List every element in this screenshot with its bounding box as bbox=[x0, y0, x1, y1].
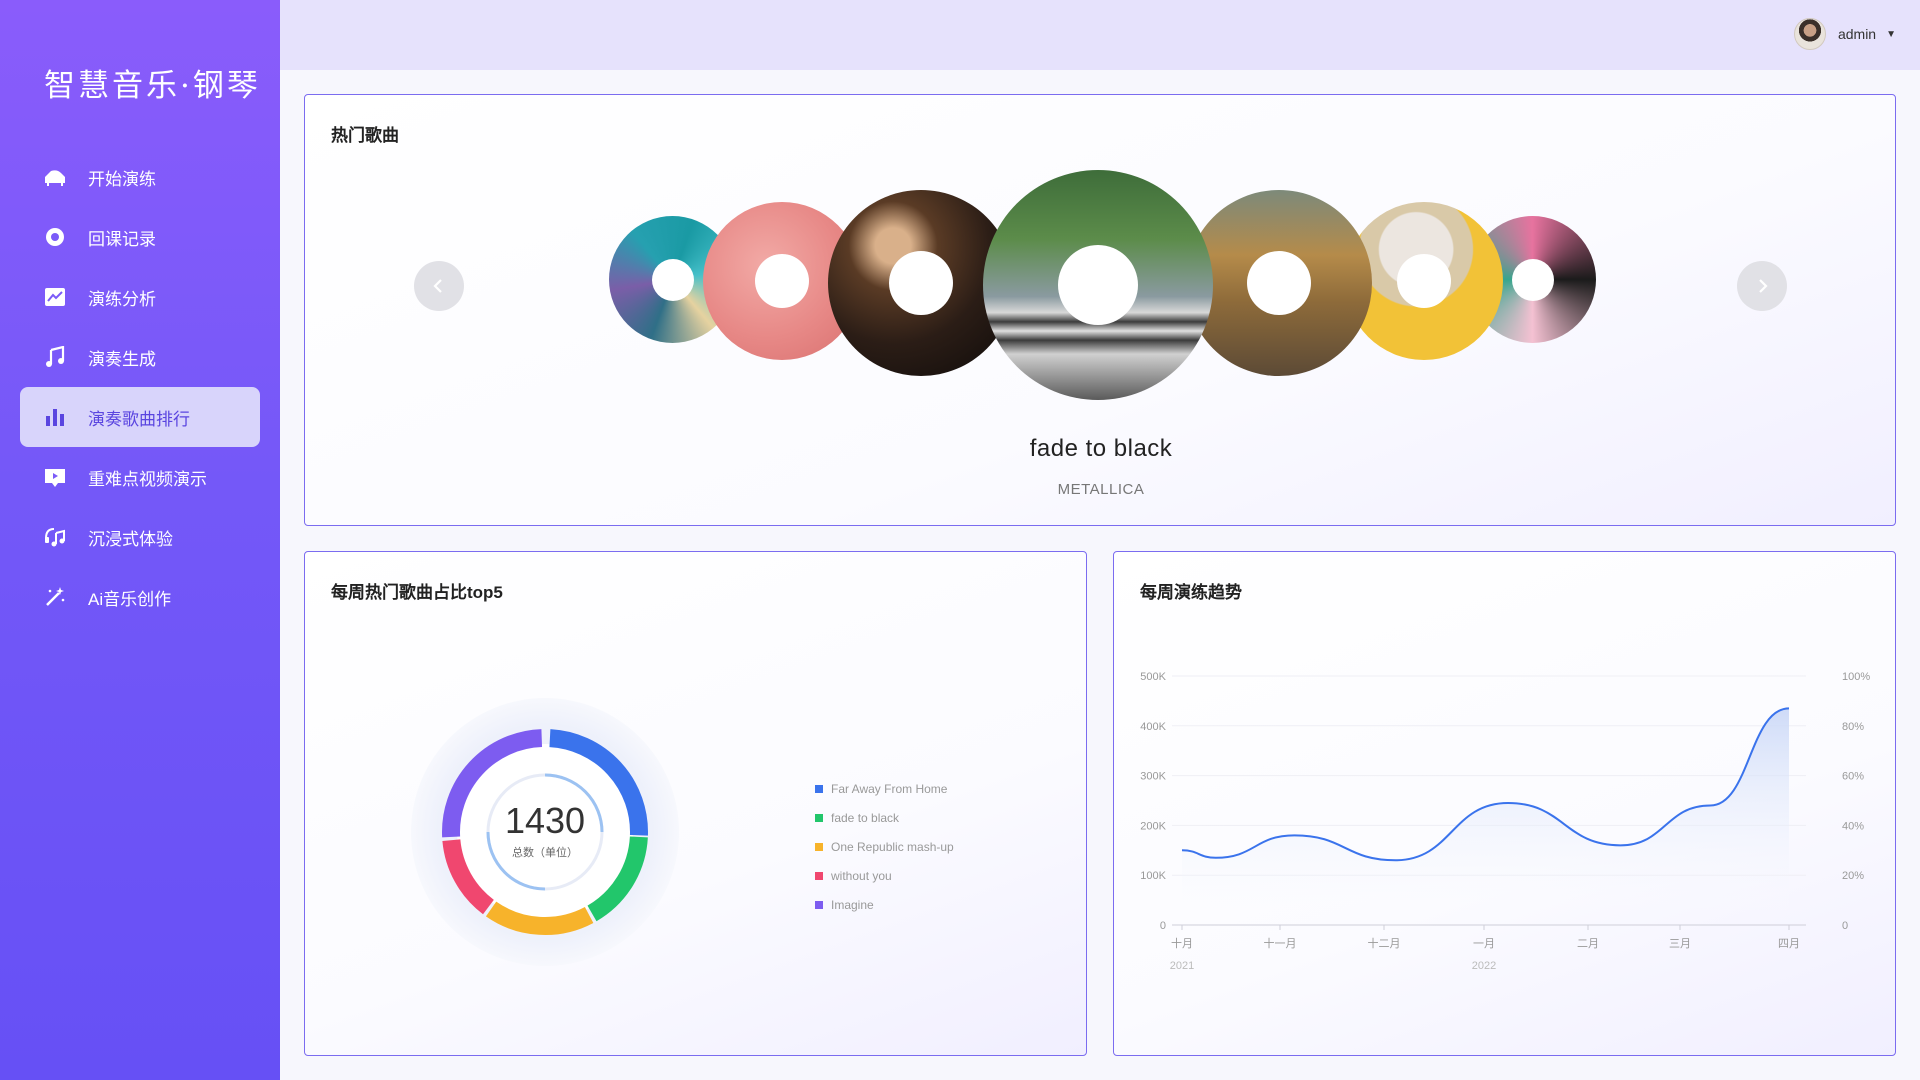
top5-title: 每周热门歌曲占比top5 bbox=[331, 583, 503, 602]
sidebar-item-performance-generate[interactable]: 演奏生成 bbox=[20, 327, 260, 387]
chevron-right-icon bbox=[1759, 279, 1768, 293]
legend-swatch bbox=[815, 813, 823, 822]
sidebar-item-video-demo[interactable]: 重难点视频演示 bbox=[20, 447, 260, 507]
x-tick-label: 一月 bbox=[1473, 938, 1495, 950]
sidebar-item-lesson-records[interactable]: 回课记录 bbox=[20, 207, 260, 267]
y-right-tick: 40% bbox=[1842, 820, 1864, 832]
trend-chart-icon bbox=[42, 284, 68, 310]
x-tick-label: 四月 bbox=[1778, 938, 1800, 950]
legend-label: One Republic mash-up bbox=[831, 839, 954, 854]
trend-card: 每周演练趋势 0 0 100K 20% 200K 40% 300K 60% 400K 80% 500… bbox=[1113, 551, 1896, 1056]
sidebar: 智慧音乐·钢琴 开始演练 回课记录 演练分析 演奏生成 演奏歌曲排行 重难点视频… bbox=[0, 0, 280, 1080]
legend-swatch bbox=[815, 900, 823, 909]
bar-chart-icon bbox=[42, 404, 68, 430]
legend-label: Far Away From Home bbox=[831, 781, 948, 796]
headphone-music-icon bbox=[42, 524, 68, 550]
legend-label: without you bbox=[831, 868, 892, 883]
x-tick-label: 十月 bbox=[1171, 936, 1193, 950]
caret-down-icon: ▼ bbox=[1886, 28, 1896, 40]
sidebar-item-ai-creation[interactable]: Ai音乐创作 bbox=[20, 567, 260, 627]
x-sub-label: 2022 bbox=[1472, 960, 1496, 972]
sidebar-item-label: Ai音乐创作 bbox=[88, 589, 172, 609]
top5-card: 每周热门歌曲占比top5 1430 总数（单位） Far Away From H… bbox=[304, 551, 1087, 1056]
album-disc-active[interactable] bbox=[983, 170, 1213, 400]
sidebar-item-label: 重难点视频演示 bbox=[88, 469, 207, 489]
legend-item[interactable]: One Republic mash-up bbox=[815, 832, 954, 861]
donut-total: 1430 bbox=[504, 800, 586, 841]
chevron-left-icon bbox=[433, 279, 442, 293]
legend-label: fade to black bbox=[831, 810, 900, 825]
y-right-tick: 60% bbox=[1842, 771, 1864, 783]
y-left-tick: 200K bbox=[1140, 820, 1166, 832]
y-right-tick: 100% bbox=[1842, 671, 1870, 683]
legend-swatch bbox=[815, 784, 823, 793]
album-disc[interactable] bbox=[1186, 190, 1372, 376]
brand-title: 智慧音乐·钢琴 bbox=[44, 68, 261, 104]
legend-item[interactable]: Far Away From Home bbox=[815, 774, 954, 803]
legend-item[interactable]: Imagine bbox=[815, 890, 954, 919]
x-tick-label: 十二月 bbox=[1368, 936, 1401, 950]
record-circle-icon bbox=[42, 224, 68, 250]
sidebar-item-label: 演练分析 bbox=[88, 289, 156, 309]
legend-swatch bbox=[815, 871, 823, 880]
sidebar-item-song-ranking[interactable]: 演奏歌曲排行 bbox=[20, 387, 260, 447]
y-left-tick: 100K bbox=[1140, 870, 1166, 882]
y-left-tick: 0 bbox=[1160, 920, 1166, 932]
magic-wand-icon bbox=[42, 584, 68, 610]
x-tick-label: 三月 bbox=[1669, 938, 1691, 950]
y-left-tick: 400K bbox=[1140, 721, 1166, 733]
legend-label: Imagine bbox=[831, 897, 874, 912]
sidebar-item-start-practice[interactable]: 开始演练 bbox=[20, 147, 260, 207]
avatar bbox=[1793, 18, 1826, 50]
carousel-next-button[interactable] bbox=[1737, 261, 1787, 311]
legend-swatch bbox=[815, 842, 823, 851]
y-right-tick: 0 bbox=[1842, 920, 1848, 932]
donut-total-label: 总数（单位） bbox=[512, 847, 578, 859]
sidebar-item-immersive[interactable]: 沉浸式体验 bbox=[20, 507, 260, 567]
legend-item[interactable]: without you bbox=[815, 861, 954, 890]
x-tick-label: 十一月 bbox=[1264, 936, 1297, 950]
donut-legend: Far Away From Home fade to black One Rep… bbox=[815, 774, 954, 919]
sidebar-item-label: 演奏生成 bbox=[88, 349, 156, 369]
y-left-tick: 300K bbox=[1140, 771, 1166, 783]
current-song-artist: METALLICA bbox=[1057, 481, 1145, 498]
sidebar-item-practice-analysis[interactable]: 演练分析 bbox=[20, 267, 260, 327]
donut-center: 1430 总数（单位） bbox=[475, 800, 615, 860]
x-sub-label: 2021 bbox=[1170, 960, 1194, 972]
sidebar-item-label: 沉浸式体验 bbox=[88, 529, 173, 549]
username: admin bbox=[1837, 26, 1877, 42]
x-tick-label: 二月 bbox=[1577, 938, 1599, 950]
current-song-title: fade to black bbox=[1029, 435, 1173, 462]
video-icon bbox=[42, 464, 68, 490]
sidebar-item-label: 回课记录 bbox=[88, 229, 156, 249]
sidebar-nav: 开始演练 回课记录 演练分析 演奏生成 演奏歌曲排行 重难点视频演示 沉浸式体验… bbox=[20, 147, 260, 627]
piano-icon bbox=[42, 164, 68, 190]
music-note-icon bbox=[42, 344, 68, 370]
sidebar-item-label: 开始演练 bbox=[88, 169, 156, 189]
carousel-prev-button[interactable] bbox=[414, 261, 464, 311]
top-bar: admin ▼ bbox=[280, 0, 1920, 70]
hot-songs-card: 热门歌曲 fade to black METALLICA bbox=[304, 94, 1896, 526]
user-menu[interactable]: admin ▼ bbox=[1793, 18, 1896, 50]
hot-songs-title: 热门歌曲 bbox=[331, 126, 399, 145]
trend-area bbox=[1182, 708, 1789, 925]
y-right-tick: 20% bbox=[1842, 870, 1864, 882]
y-left-tick: 500K bbox=[1140, 671, 1166, 683]
legend-item[interactable]: fade to black bbox=[815, 803, 954, 832]
trend-chart: 0 0 100K 20% 200K 40% 300K 60% 400K 80% 500K 100% 十月… bbox=[1140, 671, 1870, 972]
y-right-tick: 80% bbox=[1842, 721, 1864, 733]
sidebar-item-label: 演奏歌曲排行 bbox=[88, 409, 190, 429]
